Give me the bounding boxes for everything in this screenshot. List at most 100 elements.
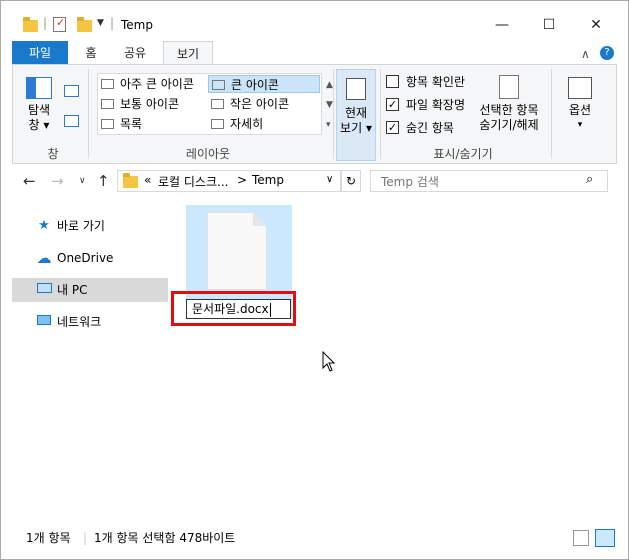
file-extensions-toggle[interactable]: ✓ 파일 확장명 xyxy=(386,97,465,113)
mouse-cursor-icon xyxy=(322,351,336,372)
nav-item-quick-access[interactable]: ★ 바로 가기 xyxy=(12,214,168,238)
tab-file[interactable]: 파일 xyxy=(12,41,68,65)
rename-input[interactable]: 문서파일.docx xyxy=(186,299,291,319)
maximize-button[interactable]: ☐ xyxy=(526,11,572,39)
nav-item-onedrive[interactable]: ☁ OneDrive xyxy=(12,246,168,270)
computer-icon xyxy=(36,283,52,297)
layout-list[interactable]: 목록 xyxy=(98,115,208,133)
separator: | xyxy=(110,16,115,30)
address-dropdown-icon[interactable]: ∨ xyxy=(326,174,333,185)
folder-icon xyxy=(23,17,38,32)
status-bar: 1개 항목 | 1개 항목 선택함 478바이트 xyxy=(1,523,628,553)
options-label: 옵션 xyxy=(568,103,592,117)
navigation-pane-button[interactable]: 탐색 창 ▾ xyxy=(19,77,59,133)
small-icons-icon xyxy=(211,99,224,109)
divider xyxy=(380,69,381,159)
help-icon[interactable]: ? xyxy=(600,46,614,60)
search-input[interactable]: Temp 검색 xyxy=(381,173,439,190)
breadcrumb-temp[interactable]: Temp xyxy=(252,173,284,187)
up-arrow-icon[interactable]: ↑ xyxy=(97,172,110,190)
breadcrumb-overflow[interactable]: « xyxy=(144,173,151,187)
file-list: 문서파일.docx xyxy=(171,196,626,521)
tab-view[interactable]: 보기 xyxy=(163,41,213,66)
navigation-pane-label: 탐색 xyxy=(27,103,51,117)
medium-icons-icon xyxy=(101,99,114,109)
layout-extra-large-icons[interactable]: 아주 큰 아이콘 xyxy=(98,75,208,93)
navigation-pane: ★ 바로 가기 ☁ OneDrive 내 PC 네트워크 xyxy=(12,203,168,523)
forward-arrow-icon[interactable]: → xyxy=(51,172,64,190)
star-icon: ★ xyxy=(38,218,50,233)
separator: | xyxy=(43,16,48,30)
ribbon-tabs: 파일 홈 공유 보기 ∧ ? xyxy=(1,41,628,66)
back-arrow-icon[interactable]: ← xyxy=(23,172,36,190)
divider xyxy=(551,69,552,159)
search-icon[interactable]: ⌕ xyxy=(586,172,593,187)
properties-icon[interactable]: ✓ xyxy=(53,16,66,32)
group-label-show-hide: 표시/숨기기 xyxy=(433,147,493,161)
refresh-icon: ↻ xyxy=(345,174,357,188)
quick-access-dropdown-icon[interactable]: ▼ xyxy=(97,18,104,28)
ribbon-view-panel: 탐색 창 ▾ 창 아주 큰 아이콘 큰 아이콘 보통 아이콘 작은 아이콘 목록… xyxy=(12,64,617,164)
folder-icon xyxy=(123,173,138,188)
title-bar: | ✓ ▼ | Temp — ☐ ✕ xyxy=(1,1,628,41)
group-label-layout: 레이아웃 xyxy=(185,147,231,161)
minimize-button[interactable]: — xyxy=(479,11,525,39)
current-view-button[interactable]: 현재 보기 ▾ xyxy=(336,69,376,161)
address-bar[interactable]: « 로컬 디스크... > Temp ∨ xyxy=(117,170,341,192)
large-icons-icon xyxy=(212,80,225,90)
selection-info: 1개 항목 선택함 478바이트 xyxy=(94,531,236,545)
item-count: 1개 항목 xyxy=(26,531,71,545)
navigation-pane-label-2: 창 ▾ xyxy=(28,118,50,132)
checkbox-checked[interactable]: ✓ xyxy=(386,121,399,134)
nav-item-this-pc[interactable]: 내 PC xyxy=(12,278,168,302)
layout-gallery: 아주 큰 아이콘 큰 아이콘 보통 아이콘 작은 아이콘 목록 자세히 xyxy=(97,73,322,135)
collapse-ribbon-icon[interactable]: ∧ xyxy=(581,47,590,61)
hide-selected-label: 선택한 항목 xyxy=(479,103,539,117)
explorer-window: | ✓ ▼ | Temp — ☐ ✕ 파일 홈 공유 보기 ∧ ? 탐색 창 ▾… xyxy=(0,0,629,560)
checkbox-unchecked[interactable] xyxy=(386,75,399,88)
tab-share[interactable]: 공유 xyxy=(115,41,155,65)
hidden-items-toggle[interactable]: ✓ 숨긴 항목 xyxy=(386,120,454,136)
group-label-pane: 창 xyxy=(47,147,59,161)
item-checkboxes-toggle[interactable]: 항목 확인란 xyxy=(386,74,465,90)
network-icon xyxy=(36,315,52,329)
details-pane-icon[interactable] xyxy=(64,115,79,127)
current-view-icon xyxy=(346,78,366,100)
layout-gallery-scroll[interactable]: ▲ ▼ ▾ xyxy=(326,75,333,135)
refresh-button[interactable]: ↻ xyxy=(341,170,361,192)
details-view-icon[interactable] xyxy=(573,530,589,546)
options-button[interactable]: 옵션 ▾ xyxy=(558,77,602,133)
document-icon xyxy=(207,212,267,290)
list-icon xyxy=(101,119,114,129)
status-divider: | xyxy=(83,531,88,545)
breadcrumb-separator: > xyxy=(237,173,248,187)
navigation-bar: ← → ∨ ↑ « 로컬 디스크... > Temp ∨ ↻ Temp 검색 ⌕ xyxy=(1,168,628,194)
breadcrumb-local-disk[interactable]: 로컬 디스크... xyxy=(158,173,228,190)
layout-small-icons[interactable]: 작은 아이콘 xyxy=(208,95,320,113)
tab-home[interactable]: 홈 xyxy=(73,41,109,65)
current-view-label-2: 보기 ▾ xyxy=(340,121,372,135)
hide-selected-label-2: 숨기기/해제 xyxy=(479,118,539,132)
options-icon xyxy=(568,77,592,99)
hide-selected-icon xyxy=(499,75,519,99)
rename-highlight: 문서파일.docx xyxy=(171,291,296,326)
search-box[interactable]: Temp 검색 ⌕ xyxy=(370,170,608,192)
recent-dropdown-icon[interactable]: ∨ xyxy=(79,176,86,186)
divider xyxy=(333,69,334,159)
close-button[interactable]: ✕ xyxy=(573,11,619,39)
nav-item-network[interactable]: 네트워크 xyxy=(12,310,168,334)
extra-large-icons-icon xyxy=(101,79,114,89)
preview-pane-icon[interactable] xyxy=(64,85,79,97)
layout-medium-icons[interactable]: 보통 아이콘 xyxy=(98,95,208,113)
nav-item-label: 네트워크 xyxy=(57,315,102,329)
details-icon xyxy=(211,119,224,129)
layout-details[interactable]: 자세히 xyxy=(208,115,320,133)
layout-large-icons[interactable]: 큰 아이콘 xyxy=(208,75,320,93)
checkbox-checked[interactable]: ✓ xyxy=(386,98,399,111)
new-folder-icon[interactable] xyxy=(77,17,92,32)
options-dropdown-icon: ▾ xyxy=(577,120,583,130)
navigation-pane-icon xyxy=(26,77,52,99)
hide-selected-items-button[interactable]: 선택한 항목 숨기기/해제 xyxy=(474,75,544,133)
large-icons-view-icon[interactable] xyxy=(595,529,615,547)
nav-item-label: OneDrive xyxy=(57,251,114,265)
